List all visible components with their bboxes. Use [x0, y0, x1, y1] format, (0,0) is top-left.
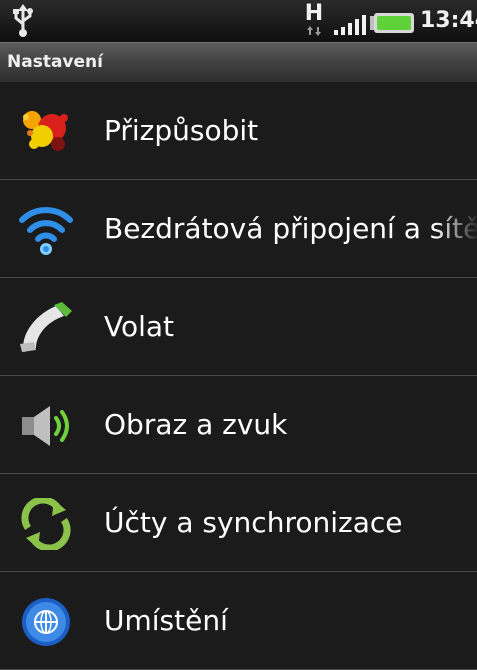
- settings-item-label: Umístění: [104, 604, 228, 637]
- settings-list: Přizpůsobit Bezdrátová připojení a sítě …: [0, 82, 477, 670]
- settings-item-label: Bezdrátová připojení a sítě: [104, 212, 477, 245]
- status-bar: H 13:44: [0, 0, 477, 42]
- settings-item-label: Volat: [104, 310, 175, 343]
- settings-item-label: Přizpůsobit: [104, 114, 259, 147]
- page-title: Nastavení: [7, 52, 103, 72]
- signal-icon: [334, 15, 366, 35]
- settings-item-label: Obraz a zvuk: [104, 408, 288, 441]
- settings-item-personalize[interactable]: Přizpůsobit: [0, 82, 477, 180]
- globe-location-icon: [22, 598, 70, 646]
- title-bar: Nastavení: [0, 42, 477, 82]
- settings-item-label: Účty a synchronizace: [104, 506, 403, 539]
- wifi-icon: [19, 207, 73, 255]
- settings-item-wireless[interactable]: Bezdrátová připojení a sítě: [0, 180, 477, 278]
- settings-item-location[interactable]: Umístění: [0, 572, 477, 670]
- usb-icon: [13, 4, 33, 37]
- speaker-icon: [22, 406, 69, 446]
- settings-item-call[interactable]: Volat: [0, 278, 477, 376]
- battery-icon: [370, 13, 414, 33]
- phone-handset-icon: [20, 302, 72, 352]
- hsdpa-icon: H: [303, 3, 325, 37]
- paint-splash-icon: [23, 111, 68, 151]
- clock: 13:44: [420, 8, 477, 33]
- settings-item-accounts-sync[interactable]: Účty a synchronizace: [0, 474, 477, 572]
- data-activity-icon: [307, 26, 321, 36]
- settings-item-sound-display[interactable]: Obraz a zvuk: [0, 376, 477, 474]
- sync-icon: [21, 498, 71, 550]
- network-type-label: H: [304, 1, 324, 26]
